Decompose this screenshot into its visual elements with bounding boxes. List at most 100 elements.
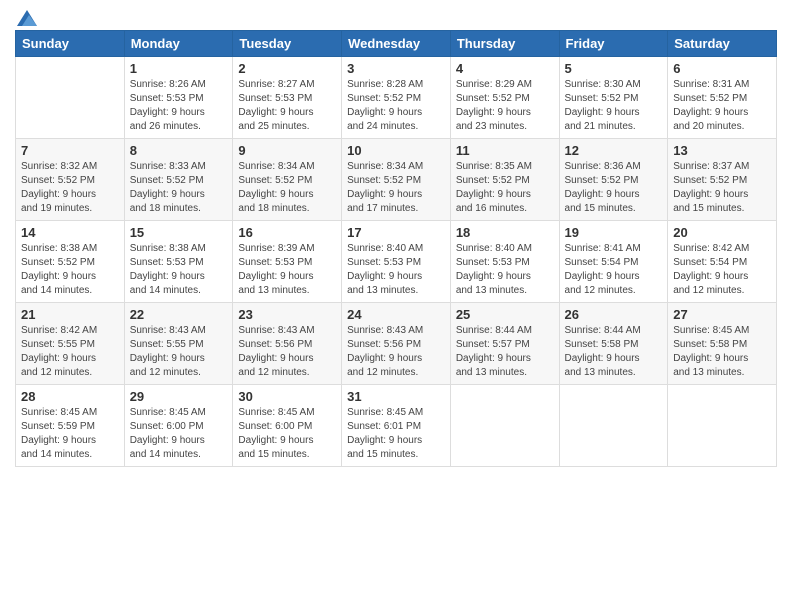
day-number: 18 (456, 225, 554, 240)
calendar-week-row: 1Sunrise: 8:26 AM Sunset: 5:53 PM Daylig… (16, 57, 777, 139)
day-info: Sunrise: 8:44 AM Sunset: 5:58 PM Dayligh… (565, 324, 663, 380)
weekday-header: Thursday (450, 31, 559, 57)
day-number: 4 (456, 61, 554, 76)
day-info: Sunrise: 8:29 AM Sunset: 5:52 PM Dayligh… (456, 78, 554, 134)
calendar-cell: 9 Sunrise: 8:34 AM Sunset: 5:52 PM Daylig… (233, 139, 342, 221)
day-number: 8 (130, 143, 228, 158)
calendar-week-row: 28 Sunrise: 8:45 AM Sunset: 5:59 PM Dayli… (16, 385, 777, 467)
day-info: Sunrise: 8:38 AM Sunset: 5:53 PM Dayligh… (130, 242, 228, 298)
header (15, 10, 777, 22)
logo-icon (17, 10, 37, 26)
day-info: Sunrise: 8:39 AM Sunset: 5:53 PM Dayligh… (238, 242, 336, 298)
calendar-cell: 1Sunrise: 8:26 AM Sunset: 5:53 PM Daylig… (124, 57, 233, 139)
day-info: Sunrise: 8:45 AM Sunset: 5:59 PM Dayligh… (21, 406, 119, 462)
day-number: 7 (21, 143, 119, 158)
calendar-cell: 7 Sunrise: 8:32 AM Sunset: 5:52 PM Daylig… (16, 139, 125, 221)
calendar-cell (16, 57, 125, 139)
calendar-cell: 13 Sunrise: 8:37 AM Sunset: 5:52 PM Dayli… (668, 139, 777, 221)
calendar-cell: 17 Sunrise: 8:40 AM Sunset: 5:53 PM Dayli… (342, 221, 451, 303)
day-number: 23 (238, 307, 336, 322)
calendar-cell: 11 Sunrise: 8:35 AM Sunset: 5:52 PM Dayli… (450, 139, 559, 221)
calendar-cell (668, 385, 777, 467)
calendar-cell: 10Sunrise: 8:34 AM Sunset: 5:52 PM Dayli… (342, 139, 451, 221)
day-info: Sunrise: 8:33 AM Sunset: 5:52 PM Dayligh… (130, 160, 228, 216)
calendar-cell: 18 Sunrise: 8:40 AM Sunset: 5:53 PM Dayli… (450, 221, 559, 303)
calendar-cell (450, 385, 559, 467)
day-info: Sunrise: 8:45 AM Sunset: 5:58 PM Dayligh… (673, 324, 771, 380)
calendar-header-row: SundayMondayTuesdayWednesdayThursdayFrid… (16, 31, 777, 57)
day-number: 21 (21, 307, 119, 322)
weekday-header: Sunday (16, 31, 125, 57)
calendar-cell: 4 Sunrise: 8:29 AM Sunset: 5:52 PM Daylig… (450, 57, 559, 139)
day-number: 24 (347, 307, 445, 322)
day-info: Sunrise: 8:26 AM Sunset: 5:53 PM Dayligh… (130, 78, 228, 134)
calendar-cell: 27Sunrise: 8:45 AM Sunset: 5:58 PM Dayli… (668, 303, 777, 385)
day-number: 29 (130, 389, 228, 404)
day-info: Sunrise: 8:43 AM Sunset: 5:56 PM Dayligh… (238, 324, 336, 380)
day-info: Sunrise: 8:40 AM Sunset: 5:53 PM Dayligh… (456, 242, 554, 298)
weekday-header: Friday (559, 31, 668, 57)
calendar-week-row: 7 Sunrise: 8:32 AM Sunset: 5:52 PM Daylig… (16, 139, 777, 221)
day-number: 11 (456, 143, 554, 158)
calendar-cell: 14 Sunrise: 8:38 AM Sunset: 5:52 PM Dayli… (16, 221, 125, 303)
calendar-week-row: 14 Sunrise: 8:38 AM Sunset: 5:52 PM Dayli… (16, 221, 777, 303)
day-info: Sunrise: 8:40 AM Sunset: 5:53 PM Dayligh… (347, 242, 445, 298)
day-info: Sunrise: 8:32 AM Sunset: 5:52 PM Dayligh… (21, 160, 119, 216)
day-number: 2 (238, 61, 336, 76)
day-number: 9 (238, 143, 336, 158)
day-number: 30 (238, 389, 336, 404)
calendar-cell: 30 Sunrise: 8:45 AM Sunset: 6:00 PM Dayli… (233, 385, 342, 467)
day-info: Sunrise: 8:38 AM Sunset: 5:52 PM Dayligh… (21, 242, 119, 298)
logo-text (15, 10, 39, 26)
day-info: Sunrise: 8:37 AM Sunset: 5:52 PM Dayligh… (673, 160, 771, 216)
calendar-cell (559, 385, 668, 467)
day-info: Sunrise: 8:35 AM Sunset: 5:52 PM Dayligh… (456, 160, 554, 216)
calendar-cell: 26 Sunrise: 8:44 AM Sunset: 5:58 PM Dayli… (559, 303, 668, 385)
day-info: Sunrise: 8:27 AM Sunset: 5:53 PM Dayligh… (238, 78, 336, 134)
calendar-cell: 15Sunrise: 8:38 AM Sunset: 5:53 PM Dayli… (124, 221, 233, 303)
calendar-cell: 24 Sunrise: 8:43 AM Sunset: 5:56 PM Dayli… (342, 303, 451, 385)
calendar: SundayMondayTuesdayWednesdayThursdayFrid… (15, 30, 777, 467)
calendar-cell: 19Sunrise: 8:41 AM Sunset: 5:54 PM Dayli… (559, 221, 668, 303)
day-info: Sunrise: 8:45 AM Sunset: 6:00 PM Dayligh… (130, 406, 228, 462)
day-number: 16 (238, 225, 336, 240)
calendar-cell: 8 Sunrise: 8:33 AM Sunset: 5:52 PM Daylig… (124, 139, 233, 221)
weekday-header: Saturday (668, 31, 777, 57)
day-info: Sunrise: 8:45 AM Sunset: 6:00 PM Dayligh… (238, 406, 336, 462)
calendar-cell: 5Sunrise: 8:30 AM Sunset: 5:52 PM Daylig… (559, 57, 668, 139)
day-info: Sunrise: 8:42 AM Sunset: 5:54 PM Dayligh… (673, 242, 771, 298)
calendar-cell: 23 Sunrise: 8:43 AM Sunset: 5:56 PM Dayli… (233, 303, 342, 385)
day-info: Sunrise: 8:45 AM Sunset: 6:01 PM Dayligh… (347, 406, 445, 462)
day-number: 3 (347, 61, 445, 76)
calendar-cell: 12 Sunrise: 8:36 AM Sunset: 5:52 PM Dayli… (559, 139, 668, 221)
day-number: 28 (21, 389, 119, 404)
weekday-header: Wednesday (342, 31, 451, 57)
calendar-week-row: 21 Sunrise: 8:42 AM Sunset: 5:55 PM Dayli… (16, 303, 777, 385)
day-number: 14 (21, 225, 119, 240)
calendar-cell: 31Sunrise: 8:45 AM Sunset: 6:01 PM Dayli… (342, 385, 451, 467)
day-number: 10 (347, 143, 445, 158)
day-info: Sunrise: 8:42 AM Sunset: 5:55 PM Dayligh… (21, 324, 119, 380)
day-info: Sunrise: 8:31 AM Sunset: 5:52 PM Dayligh… (673, 78, 771, 134)
day-info: Sunrise: 8:28 AM Sunset: 5:52 PM Dayligh… (347, 78, 445, 134)
day-number: 19 (565, 225, 663, 240)
day-number: 20 (673, 225, 771, 240)
day-number: 26 (565, 307, 663, 322)
day-info: Sunrise: 8:43 AM Sunset: 5:55 PM Dayligh… (130, 324, 228, 380)
day-number: 12 (565, 143, 663, 158)
calendar-cell: 25 Sunrise: 8:44 AM Sunset: 5:57 PM Dayli… (450, 303, 559, 385)
logo (15, 10, 39, 22)
day-info: Sunrise: 8:44 AM Sunset: 5:57 PM Dayligh… (456, 324, 554, 380)
calendar-cell: 29 Sunrise: 8:45 AM Sunset: 6:00 PM Dayli… (124, 385, 233, 467)
day-number: 22 (130, 307, 228, 322)
day-info: Sunrise: 8:43 AM Sunset: 5:56 PM Dayligh… (347, 324, 445, 380)
day-number: 17 (347, 225, 445, 240)
weekday-header: Tuesday (233, 31, 342, 57)
page: SundayMondayTuesdayWednesdayThursdayFrid… (0, 0, 792, 612)
day-info: Sunrise: 8:34 AM Sunset: 5:52 PM Dayligh… (238, 160, 336, 216)
day-info: Sunrise: 8:36 AM Sunset: 5:52 PM Dayligh… (565, 160, 663, 216)
day-number: 25 (456, 307, 554, 322)
day-number: 13 (673, 143, 771, 158)
calendar-cell: 20 Sunrise: 8:42 AM Sunset: 5:54 PM Dayli… (668, 221, 777, 303)
calendar-cell: 3 Sunrise: 8:28 AM Sunset: 5:52 PM Daylig… (342, 57, 451, 139)
